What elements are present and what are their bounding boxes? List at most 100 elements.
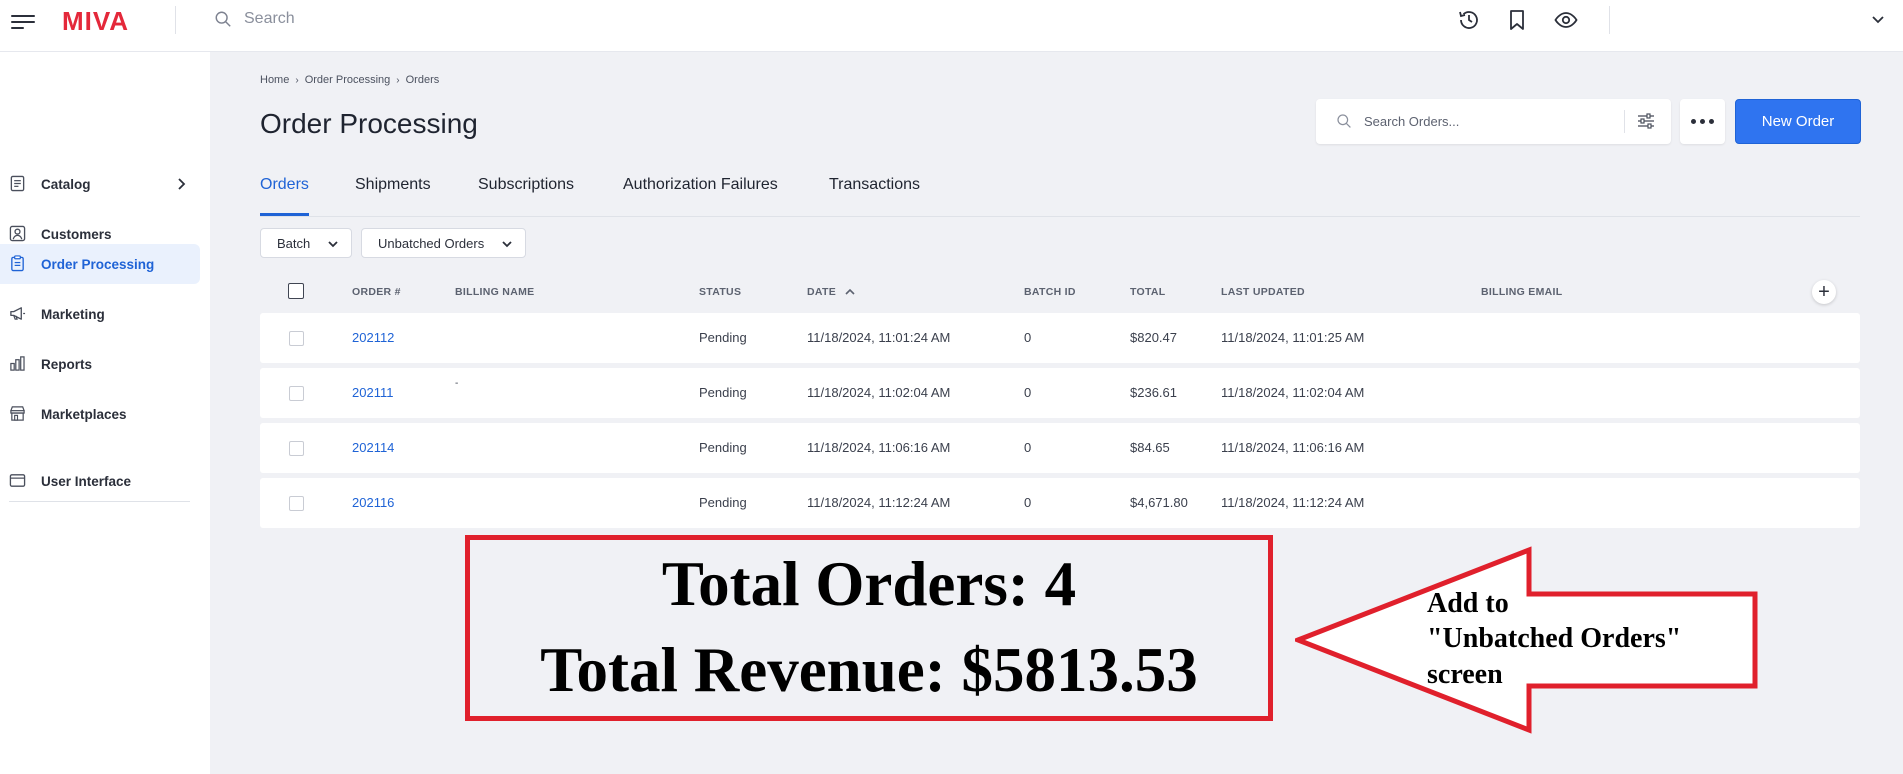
bar-chart-icon (10, 356, 25, 371)
breadcrumb-orders[interactable]: Orders (406, 74, 440, 86)
view-dropdown[interactable]: Unbatched Orders (361, 228, 526, 258)
sidebar-item-marketplaces[interactable]: Marketplaces (0, 394, 200, 434)
breadcrumb-order-processing[interactable]: Order Processing (305, 74, 391, 86)
chevron-down-icon (328, 241, 338, 248)
table-row[interactable]: 202112 Pending 11/18/2024, 11:01:24 AM 0… (260, 313, 1860, 363)
order-processing-icon (11, 255, 24, 272)
last-updated: 11/18/2024, 11:06:16 AM (1221, 440, 1365, 455)
search-icon (1337, 114, 1351, 128)
chevron-right-icon: › (295, 74, 299, 86)
window-icon (9, 474, 26, 487)
row-checkbox[interactable] (289, 386, 304, 401)
miva-logo[interactable]: MIVA (62, 6, 129, 37)
column-header-billing-name[interactable]: BILLING NAME (455, 286, 534, 298)
view-dropdown-label: Unbatched Orders (378, 235, 485, 251)
select-all-checkbox[interactable] (288, 283, 304, 299)
sidebar-item-marketing[interactable]: Marketing (0, 294, 200, 334)
sidebar-item-label: User Interface (41, 473, 132, 489)
column-header-status[interactable]: STATUS (699, 286, 741, 298)
batch-id: 0 (1024, 385, 1032, 400)
tab-authorization-failures[interactable]: Authorization Failures (623, 176, 778, 216)
account-chevron-down-icon[interactable] (1870, 11, 1886, 27)
column-header-date[interactable]: DATE (807, 286, 836, 298)
table-row[interactable]: 202114 Pending 11/18/2024, 11:06:16 AM 0… (260, 423, 1860, 473)
sidebar-item-label: Marketplaces (41, 406, 127, 422)
megaphone-icon (10, 307, 26, 320)
storefront-icon (10, 406, 25, 421)
order-number-link[interactable]: 202116 (352, 495, 394, 510)
chevron-right-icon (178, 178, 186, 190)
order-number-link[interactable]: 202114 (352, 440, 394, 455)
divider (1624, 110, 1625, 133)
column-header-billing-email[interactable]: BILLING EMAIL (1481, 286, 1562, 298)
order-search-bar (1316, 99, 1671, 144)
sidebar-item-order-processing[interactable]: Order Processing (0, 244, 200, 284)
global-search-input[interactable] (244, 8, 604, 30)
annotation-arrow-text-line-3: screen (1427, 659, 1503, 690)
sidebar-item-reports[interactable]: Reports (0, 344, 200, 384)
sidebar-item-label: Reports (41, 356, 93, 372)
filter-sliders-icon[interactable] (1636, 111, 1656, 131)
tab-orders[interactable]: Orders (260, 176, 309, 216)
last-updated: 11/18/2024, 11:12:24 AM (1221, 495, 1365, 510)
sidebar-item-label: Marketing (41, 306, 105, 322)
column-header-total[interactable]: TOTAL (1130, 286, 1166, 298)
new-order-button[interactable]: New Order (1735, 99, 1861, 144)
batch-dropdown-label: Batch (277, 235, 311, 251)
order-total: $236.61 (1130, 385, 1177, 400)
order-search-input[interactable] (1364, 111, 1604, 131)
sidebar-divider (9, 501, 190, 502)
hamburger-menu-icon[interactable] (11, 13, 35, 31)
annotation-total-orders: Total Orders: 4 (661, 549, 1077, 619)
batch-id: 0 (1024, 330, 1032, 345)
sidebar: Catalog Customers Order Processing Marke… (0, 52, 210, 774)
column-header-batch-id[interactable]: BATCH ID (1024, 286, 1076, 298)
order-status: Pending (699, 385, 747, 400)
divider (175, 6, 176, 34)
tab-bar: Orders Shipments Subscriptions Authoriza… (260, 170, 1860, 217)
table-header: ORDER # BILLING NAME STATUS DATE BATCH I… (260, 282, 1860, 304)
sidebar-item-user-interface[interactable]: User Interface (0, 461, 200, 501)
history-icon[interactable] (1457, 8, 1481, 32)
more-options-button[interactable] (1680, 99, 1725, 144)
breadcrumb-home[interactable]: Home (260, 74, 289, 86)
row-checkbox[interactable] (289, 441, 304, 456)
column-header-last-updated[interactable]: LAST UPDATED (1221, 286, 1305, 298)
column-header-order[interactable]: ORDER # (352, 286, 401, 298)
eye-icon[interactable] (1554, 8, 1578, 32)
breadcrumb: Home › Order Processing › Orders (260, 74, 439, 86)
sidebar-item-label: Customers (41, 226, 112, 242)
row-checkbox[interactable] (289, 496, 304, 511)
order-status: Pending (699, 330, 747, 345)
table-row[interactable]: 202116 Pending 11/18/2024, 11:12:24 AM 0… (260, 478, 1860, 528)
sidebar-item-catalog[interactable]: Catalog (0, 164, 200, 204)
order-number-link[interactable]: 202112 (352, 330, 394, 345)
catalog-icon (10, 175, 25, 192)
order-date: 11/18/2024, 11:12:24 AM (807, 495, 951, 510)
tab-shipments[interactable]: Shipments (355, 176, 431, 216)
order-status: Pending (699, 495, 747, 510)
chevron-down-icon (502, 241, 512, 248)
customers-icon (9, 225, 26, 242)
row-checkbox[interactable] (289, 331, 304, 346)
bookmark-icon[interactable] (1505, 8, 1529, 32)
table-row[interactable]: 202111 - Pending 11/18/2024, 11:02:04 AM… (260, 368, 1860, 418)
annotation-arrow-text-line-1: Add to (1427, 588, 1509, 619)
order-total: $84.65 (1130, 440, 1170, 455)
sidebar-item-label: Order Processing (41, 256, 155, 272)
order-total: $820.47 (1130, 330, 1177, 345)
dot (1700, 119, 1705, 124)
top-bar: MIVA (0, 0, 1903, 52)
billing-name: - (455, 378, 459, 389)
tab-subscriptions[interactable]: Subscriptions (478, 176, 574, 216)
tab-transactions[interactable]: Transactions (829, 176, 920, 216)
order-number-link[interactable]: 202111 (352, 385, 393, 400)
annotation-arrow-text-line-2: "Unbatched Orders" (1427, 623, 1682, 654)
chevron-right-icon: › (396, 74, 400, 86)
order-date: 11/18/2024, 11:02:04 AM (807, 385, 951, 400)
plus-icon: + (1818, 281, 1830, 303)
divider (1609, 6, 1610, 34)
batch-dropdown[interactable]: Batch (260, 228, 352, 258)
add-column-button[interactable]: + (1812, 280, 1836, 304)
order-date: 11/18/2024, 11:01:24 AM (807, 330, 951, 345)
